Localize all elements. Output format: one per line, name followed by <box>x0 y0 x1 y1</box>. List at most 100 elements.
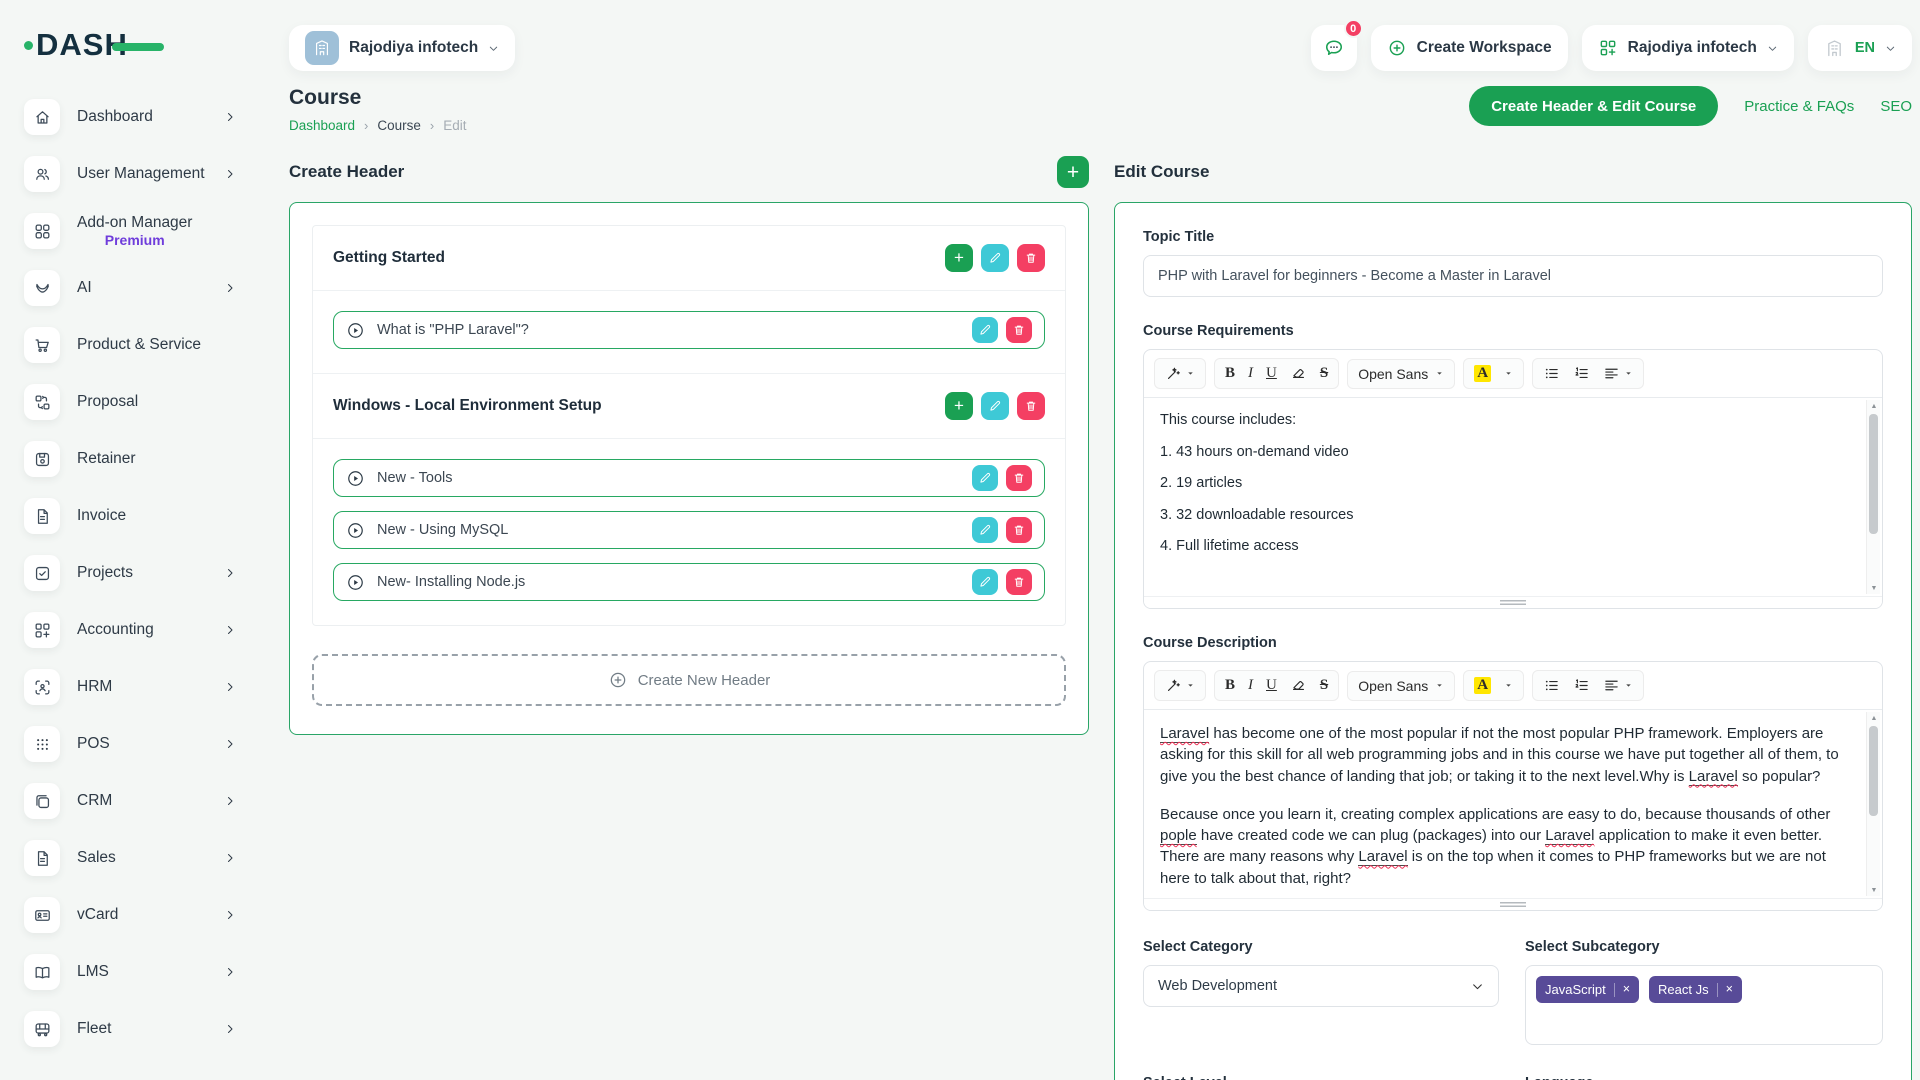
strikethrough-button[interactable]: S <box>1320 677 1328 694</box>
font-family-dropdown[interactable]: Open Sans <box>1347 359 1455 389</box>
eraser-icon <box>1290 677 1307 694</box>
edit-section-button[interactable] <box>981 244 1009 272</box>
font-color-button[interactable]: A <box>1474 365 1491 382</box>
chevron-right-icon <box>224 111 236 123</box>
sidebar-item[interactable]: Proposal <box>24 379 236 425</box>
trash-icon <box>1012 471 1026 485</box>
numbered-list-button[interactable] <box>1573 365 1590 382</box>
remove-tag-icon[interactable]: × <box>1623 983 1630 996</box>
scroll-down-icon[interactable]: ▼ <box>1867 884 1881 896</box>
action-link[interactable]: SEO <box>1880 98 1912 115</box>
caret-down-icon[interactable] <box>1504 369 1513 378</box>
scrollbar-thumb[interactable] <box>1869 414 1878 534</box>
numbered-list-button[interactable] <box>1573 677 1590 694</box>
resize-grip[interactable] <box>1500 902 1526 907</box>
sidebar-item[interactable]: Dashboard <box>24 94 236 140</box>
sidebar-item[interactable]: Sales <box>24 835 236 881</box>
delete-lesson-button[interactable] <box>1006 517 1032 543</box>
sidebar-item-icon <box>24 327 60 363</box>
sidebar-item[interactable]: CRM <box>24 778 236 824</box>
breadcrumb-item[interactable]: Dashboard <box>289 118 355 133</box>
breadcrumb-item[interactable]: Edit <box>430 118 467 133</box>
sidebar-item-label: Product & Service <box>77 335 201 354</box>
scrollbar-thumb[interactable] <box>1869 726 1878 816</box>
requirements-content[interactable]: This course includes:1. 43 hours on-dema… <box>1144 398 1882 596</box>
sidebar-item[interactable]: Fleet <box>24 1006 236 1052</box>
sidebar-item[interactable]: vCard <box>24 892 236 938</box>
sidebar-item[interactable]: POS <box>24 721 236 767</box>
delete-lesson-button[interactable] <box>1006 465 1032 491</box>
description-content[interactable]: Laravel has become one of the most popul… <box>1144 710 1882 898</box>
bullet-list-button[interactable] <box>1543 365 1560 382</box>
list-ol-icon <box>1573 677 1590 694</box>
add-lesson-button[interactable]: + <box>945 244 973 272</box>
bullet-list-button[interactable] <box>1543 677 1560 694</box>
sidebar-item[interactable]: LMS <box>24 949 236 995</box>
brand-logo[interactable]: DASH <box>24 24 236 66</box>
bold-button[interactable]: B <box>1225 677 1235 694</box>
edit-lesson-button[interactable] <box>972 569 998 595</box>
delete-section-button[interactable] <box>1017 244 1045 272</box>
resize-grip[interactable] <box>1500 600 1526 605</box>
font-family-dropdown[interactable]: Open Sans <box>1347 671 1455 701</box>
delete-section-button[interactable] <box>1017 392 1045 420</box>
delete-lesson-button[interactable] <box>1006 317 1032 343</box>
language-selector[interactable]: EN <box>1808 25 1912 71</box>
edit-lesson-button[interactable] <box>972 317 998 343</box>
add-lesson-button[interactable]: + <box>945 392 973 420</box>
sidebar-item[interactable]: Add-on Manager Premium <box>24 208 236 254</box>
sidebar-item[interactable]: Projects <box>24 550 236 596</box>
subcategory-tags-input[interactable]: JavaScript × React Js × <box>1525 965 1883 1045</box>
italic-button[interactable]: I <box>1248 365 1253 382</box>
caret-down-icon <box>1186 681 1195 690</box>
workspace-selector[interactable]: Rajodiya infotech <box>289 25 515 71</box>
sidebar-item[interactable]: AI <box>24 265 236 311</box>
topic-title-input[interactable] <box>1143 255 1883 297</box>
paragraph-align-button[interactable] <box>1603 677 1633 694</box>
underline-button[interactable]: U <box>1266 365 1277 382</box>
caret-down-icon <box>1435 681 1444 690</box>
create-header-edit-course-button[interactable]: Create Header & Edit Course <box>1469 86 1718 126</box>
magic-style-button[interactable] <box>1165 365 1195 382</box>
sidebar-item[interactable]: Accounting <box>24 607 236 653</box>
sidebar-item-icon <box>24 441 60 477</box>
messages-button[interactable]: 0 <box>1311 25 1357 71</box>
underline-button[interactable]: U <box>1266 677 1277 694</box>
remove-tag-icon[interactable]: × <box>1726 983 1733 996</box>
italic-button[interactable]: I <box>1248 677 1253 694</box>
edit-lesson-button[interactable] <box>972 465 998 491</box>
edit-course-panel: Edit Course Topic Title Course Requireme… <box>1114 155 1912 1080</box>
sidebar-item[interactable]: Invoice <box>24 493 236 539</box>
scroll-down-icon[interactable]: ▼ <box>1867 582 1881 594</box>
editor-scrollbar[interactable]: ▲ ▼ <box>1866 712 1880 896</box>
delete-lesson-button[interactable] <box>1006 569 1032 595</box>
paragraph-align-button[interactable] <box>1603 365 1633 382</box>
sidebar-item[interactable]: HRM <box>24 664 236 710</box>
account-selector[interactable]: Rajodiya infotech <box>1582 25 1794 71</box>
scroll-up-icon[interactable]: ▲ <box>1867 712 1881 724</box>
lesson-row[interactable]: New - Tools <box>333 459 1045 497</box>
editor-scrollbar[interactable]: ▲ ▼ <box>1866 400 1880 594</box>
sidebar-item[interactable]: User Management <box>24 151 236 197</box>
add-header-button[interactable]: + <box>1057 156 1089 188</box>
edit-section-button[interactable] <box>981 392 1009 420</box>
lesson-row[interactable]: What is "PHP Laravel"? <box>333 311 1045 349</box>
sidebar-item[interactable]: Retainer <box>24 436 236 482</box>
create-new-header-button[interactable]: Create New Header <box>312 654 1066 706</box>
strikethrough-button[interactable]: S <box>1320 365 1328 382</box>
caret-down-icon[interactable] <box>1504 681 1513 690</box>
magic-style-button[interactable] <box>1165 677 1195 694</box>
breadcrumb-item[interactable]: Course <box>364 118 421 133</box>
lesson-row[interactable]: New - Using MySQL <box>333 511 1045 549</box>
action-link[interactable]: Practice & FAQs <box>1744 98 1854 115</box>
create-workspace-button[interactable]: Create Workspace <box>1371 25 1568 71</box>
scroll-up-icon[interactable]: ▲ <box>1867 400 1881 412</box>
eraser-button[interactable] <box>1290 677 1307 694</box>
category-select[interactable]: Web Development <box>1143 965 1499 1007</box>
sidebar-item[interactable]: Product & Service <box>24 322 236 368</box>
bold-button[interactable]: B <box>1225 365 1235 382</box>
lesson-row[interactable]: New- Installing Node.js <box>333 563 1045 601</box>
eraser-button[interactable] <box>1290 365 1307 382</box>
edit-lesson-button[interactable] <box>972 517 998 543</box>
font-color-button[interactable]: A <box>1474 677 1491 694</box>
